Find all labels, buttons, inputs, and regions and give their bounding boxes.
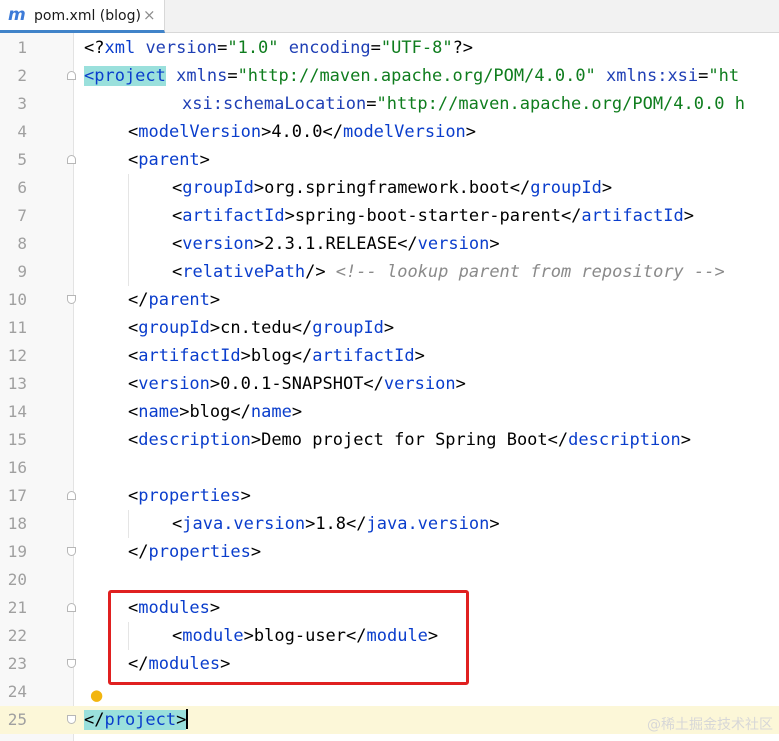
line-number: 8: [17, 234, 27, 253]
code-line: 10 </parent>: [0, 286, 779, 314]
line-text: <artifactId>blog</artifactId>: [128, 346, 425, 366]
line-text: xsi:schemaLocation="http://maven.apache.…: [182, 94, 745, 114]
line-number: 21: [7, 598, 27, 617]
line-text: <relativePath/> <!-- lookup parent from …: [172, 262, 725, 282]
code-line: 7 <artifactId>spring-boot-starter-parent…: [0, 202, 779, 230]
line-text: <properties>: [128, 486, 251, 506]
line-number: 13: [7, 374, 27, 393]
fold-marker-icon[interactable]: [67, 295, 76, 304]
line-number: 15: [7, 430, 27, 449]
code-line: 15 <description>Demo project for Spring …: [0, 426, 779, 454]
line-text: </parent>: [128, 290, 221, 310]
line-text: <description>Demo project for Spring Boo…: [128, 430, 691, 450]
code-line: 3 xsi:schemaLocation="http://maven.apach…: [0, 90, 779, 118]
line-number: 20: [7, 570, 27, 589]
watermark: @稀土掘金技术社区: [647, 717, 773, 733]
code-line: 6 <groupId>org.springframework.boot</gro…: [0, 174, 779, 202]
line-number: 1: [17, 38, 27, 57]
code-line: 12 <artifactId>blog</artifactId>: [0, 342, 779, 370]
line-number: 24: [7, 682, 27, 701]
lightbulb-icon[interactable]: ●: [90, 687, 104, 703]
line-text: <name>blog</name>: [128, 402, 303, 422]
line-number: 19: [7, 542, 27, 561]
line-number: 25: [7, 710, 27, 729]
line-text: <version>2.3.1.RELEASE</version>: [172, 234, 500, 254]
line-text: <groupId>org.springframework.boot</group…: [172, 178, 613, 198]
line-text: <?xml version="1.0" encoding="UTF-8"?>: [84, 38, 474, 58]
text-cursor: [186, 709, 189, 729]
code-line: 4 <modelVersion>4.0.0</modelVersion>: [0, 118, 779, 146]
tab-pom-xml[interactable]: m pom.xml (blog) ×: [0, 0, 165, 33]
annotation-highlight-box: [108, 590, 469, 685]
line-text: </properties>: [128, 542, 262, 562]
code-line: 14 <name>blog</name>: [0, 398, 779, 426]
line-text: </project>: [84, 709, 189, 730]
line-number: 2: [17, 66, 27, 85]
code-line: 18 <java.version>1.8</java.version>: [0, 510, 779, 538]
line-number: 14: [7, 402, 27, 421]
code-line: 5 <parent>: [0, 146, 779, 174]
line-number: 18: [7, 514, 27, 533]
line-number: 16: [7, 458, 27, 477]
code-line: 16: [0, 454, 779, 482]
maven-icon: m: [8, 5, 26, 25]
line-text: <modelVersion>4.0.0</modelVersion>: [128, 122, 477, 142]
code-line: 13 <version>0.0.1-SNAPSHOT</version>: [0, 370, 779, 398]
line-number: 10: [7, 290, 27, 309]
line-text: <artifactId>spring-boot-starter-parent</…: [172, 206, 695, 226]
fold-marker-icon[interactable]: [67, 71, 76, 80]
line-number: 7: [17, 206, 27, 225]
line-number: 22: [7, 626, 27, 645]
line-text: <version>0.0.1-SNAPSHOT</version>: [128, 374, 466, 394]
code-line: 9 <relativePath/> <!-- lookup parent fro…: [0, 258, 779, 286]
editor-tab-bar: m pom.xml (blog) ×: [0, 0, 779, 33]
line-number: 4: [17, 122, 27, 141]
line-number: 17: [7, 486, 27, 505]
line-number: 12: [7, 346, 27, 365]
line-text: <groupId>cn.tedu</groupId>: [128, 318, 395, 338]
line-number: 5: [17, 150, 27, 169]
tab-title: pom.xml (blog): [34, 8, 141, 24]
close-icon[interactable]: ×: [143, 7, 156, 23]
line-number: 23: [7, 654, 27, 673]
fold-marker-icon[interactable]: [67, 603, 76, 612]
line-number: 6: [17, 178, 27, 197]
line-text: <java.version>1.8</java.version>: [172, 514, 500, 534]
code-line: 8 <version>2.3.1.RELEASE</version>: [0, 230, 779, 258]
line-number: 3: [17, 94, 27, 113]
code-line: 1 <?xml version="1.0" encoding="UTF-8"?>: [0, 34, 779, 62]
line-text: <project xmlns="http://maven.apache.org/…: [84, 66, 740, 86]
line-text: <parent>: [128, 150, 210, 170]
fold-marker-icon[interactable]: [67, 491, 76, 500]
fold-marker-icon[interactable]: [67, 155, 76, 164]
code-line: 2 <project xmlns="http://maven.apache.or…: [0, 62, 779, 90]
code-line: 11 <groupId>cn.tedu</groupId>: [0, 314, 779, 342]
fold-marker-icon[interactable]: [67, 659, 76, 668]
fold-marker-icon[interactable]: [67, 715, 76, 724]
line-number: 9: [17, 262, 27, 281]
code-line: 19 </properties>: [0, 538, 779, 566]
code-line: 17 <properties>: [0, 482, 779, 510]
fold-marker-icon[interactable]: [67, 547, 76, 556]
line-number: 11: [7, 318, 27, 337]
